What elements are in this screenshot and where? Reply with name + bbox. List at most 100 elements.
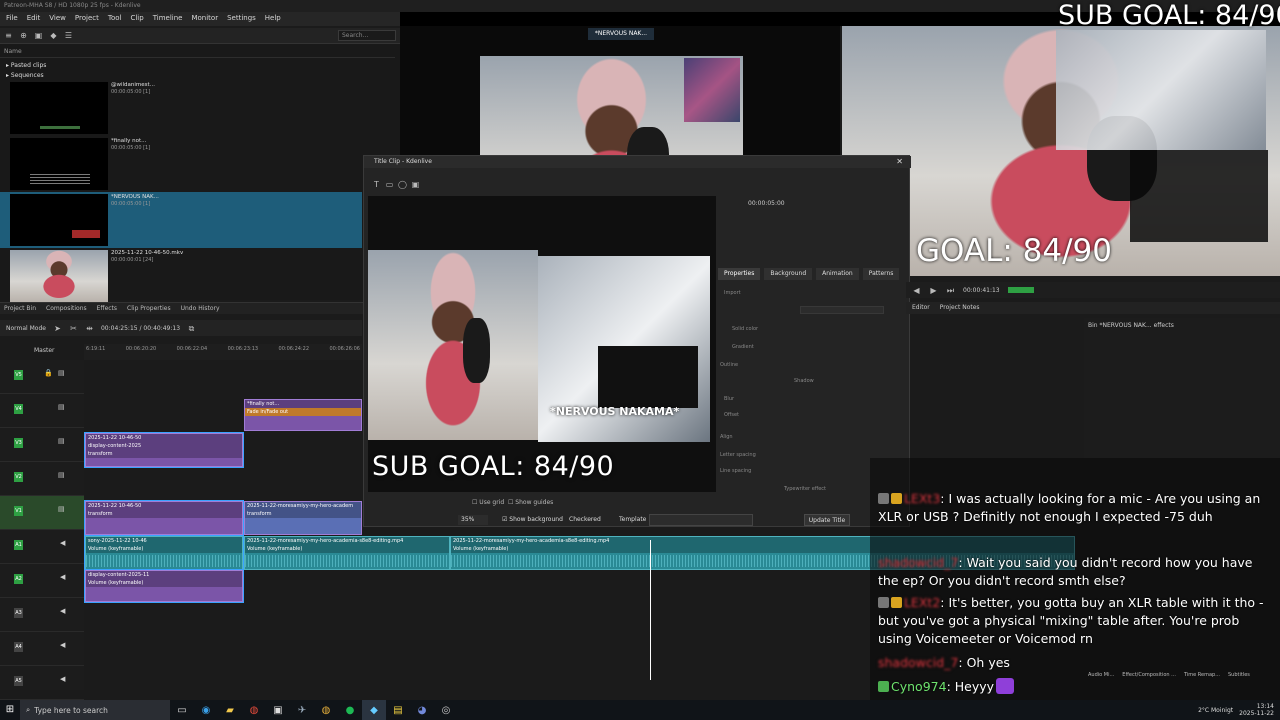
timeline-clip-v1-main[interactable]: 2025-11-22-moresamiyy-my-hero-academ tra… (244, 501, 362, 535)
film-icon[interactable]: ▤ (58, 505, 66, 513)
menu-clip[interactable]: Clip (130, 14, 143, 24)
tab-animation[interactable]: Animation (816, 268, 859, 280)
play-icon[interactable]: ▶ (929, 286, 938, 295)
timeline-audio-clip-main[interactable]: 2025-11-22-moresamiyy-my-hero-academia-s… (244, 536, 450, 570)
menu-file[interactable]: File (6, 14, 18, 24)
zoom-field[interactable]: 35% (458, 515, 488, 525)
film-icon[interactable]: ▤ (58, 369, 66, 377)
image-tool-icon[interactable]: ▣ (411, 180, 420, 189)
show-guides-checkbox[interactable]: ☐ Show guides (508, 499, 553, 506)
speaker-icon[interactable]: ◀ (60, 641, 68, 649)
track-header-a3[interactable]: A3 ◀ (0, 598, 84, 632)
menu-view[interactable]: View (49, 14, 66, 24)
speaker-icon[interactable]: ◀ (60, 607, 68, 615)
track-header-a4[interactable]: A4 ◀ (0, 632, 84, 666)
timeline-playhead[interactable] (650, 540, 651, 680)
tab-project-notes[interactable]: Project Notes (940, 304, 980, 312)
menu-monitor[interactable]: Monitor (191, 14, 218, 24)
timeline-clip-a2[interactable]: display-content-2025-11 Volume (keyframa… (84, 569, 244, 603)
chrome-icon-2[interactable]: ◍ (314, 700, 338, 720)
speaker-icon[interactable]: ◀ (60, 539, 68, 547)
speaker-icon[interactable]: ◀ (60, 675, 68, 683)
folder-icon[interactable]: ▣ (34, 31, 43, 40)
tag-icon[interactable]: ◆ (49, 31, 58, 40)
tab-compositions[interactable]: Compositions (46, 305, 87, 312)
update-title-button[interactable]: Update Title (804, 514, 850, 526)
track-header-v4[interactable]: V4 ▤ (0, 394, 84, 428)
bin-clip-row[interactable]: 2025-11-22 10-46-50.mkv 00:00:00:01 [24] (0, 248, 395, 304)
spacer-tool-icon[interactable]: ⇹ (85, 324, 94, 333)
menu-edit[interactable]: Edit (27, 14, 41, 24)
bin-search-input[interactable]: Search... (338, 30, 396, 41)
steam-icon[interactable]: ✈ (290, 700, 314, 720)
track-header-a5[interactable]: A5 ◀ (0, 666, 84, 700)
title-text-nervous[interactable]: *NERVOUS NAKAMA* (550, 405, 679, 418)
edge-icon[interactable]: ◉ (194, 700, 218, 720)
forward-icon[interactable]: ⏭ (946, 286, 955, 295)
film-icon[interactable]: ▤ (58, 471, 66, 479)
taskbar-search[interactable]: ⌕ Type here to search (20, 700, 170, 720)
track-header-a1[interactable]: A1 ◀ (0, 530, 84, 564)
show-background-checkbox[interactable]: ☑ Show background (502, 516, 563, 523)
tab-subtitles[interactable]: Subtitles (1228, 672, 1250, 682)
menu-tool[interactable]: Tool (108, 14, 122, 24)
tab-clip-properties[interactable]: Clip Properties (127, 305, 171, 312)
font-select[interactable] (800, 306, 884, 314)
tab-patterns[interactable]: Patterns (862, 268, 900, 280)
bin-clip-row-selected[interactable]: *NERVOUS NAK... 00:00:05:00 [1] (0, 192, 362, 248)
timeline-ruler[interactable]: 6:19:11 00:06:20:20 00:06:22:04 00:06:23… (84, 344, 362, 360)
tab-audio-mixer[interactable]: Audio Mi... (1088, 672, 1114, 682)
razor-tool-icon[interactable]: ✂ (69, 324, 78, 333)
use-grid-checkbox[interactable]: ☐ Use grid (472, 499, 504, 506)
notes-icon[interactable]: ▤ (386, 700, 410, 720)
menu-icon[interactable]: ≡ (4, 31, 13, 40)
text-tool-icon[interactable]: T (372, 180, 381, 189)
speaker-icon[interactable]: ◀ (60, 573, 68, 581)
background-select[interactable]: Checkered (569, 516, 601, 523)
tab-editor[interactable]: Editor (912, 304, 930, 312)
track-header-v1[interactable]: V1 ▤ (0, 496, 84, 530)
windows-start-icon[interactable]: ⊞ (0, 700, 20, 720)
menu-project[interactable]: Project (75, 14, 99, 24)
rect-tool-icon[interactable]: ▭ (385, 180, 394, 189)
tab-project-bin[interactable]: Project Bin (4, 305, 36, 312)
tab-undo-history[interactable]: Undo History (181, 305, 220, 312)
film-icon[interactable]: ▤ (58, 403, 66, 411)
title-canvas[interactable]: *NERVOUS NAKAMA* SUB GOAL: 84/90 (368, 196, 716, 492)
weather-text[interactable]: 2°C Moinigt (1198, 707, 1233, 714)
list-icon[interactable]: ☰ (64, 31, 73, 40)
folder-sequences[interactable]: ▸ Sequences (6, 72, 44, 79)
close-icon[interactable]: ✕ (896, 157, 903, 166)
menu-settings[interactable]: Settings (227, 14, 256, 24)
mode-select[interactable]: Normal Mode (6, 325, 46, 332)
title-text-sub-goal[interactable]: SUB GOAL: 84/90 (372, 451, 614, 482)
rewind-icon[interactable]: ◀ (912, 286, 921, 295)
bin-clip-row[interactable]: @wildanimest... 00:00:05:00 [1] (0, 80, 395, 136)
bin-clip-row[interactable]: *finally not... 00:00:05:00 [1] (0, 136, 395, 192)
menu-help[interactable]: Help (265, 14, 281, 24)
chrome-icon[interactable]: ◍ (242, 700, 266, 720)
track-header-v5[interactable]: V5 🔒 ▤ (0, 360, 84, 394)
kdenlive-icon[interactable]: ◆ (362, 700, 386, 720)
file-explorer-icon[interactable]: ▰ (218, 700, 242, 720)
add-clip-icon[interactable]: ⊕ (19, 31, 28, 40)
tab-effect-composition[interactable]: Effect/Composition ... (1122, 672, 1176, 682)
select-tool-icon[interactable]: ➤ (53, 324, 62, 333)
timeline-clip-v3[interactable]: 2025-11-22 10-46-50 display-content-2025… (84, 432, 244, 468)
clock[interactable]: 13:14 2025-11-22 (1239, 703, 1274, 717)
folder-pasted-clips[interactable]: ▸ Pasted clips (6, 62, 46, 69)
lock-icon[interactable]: 🔒 (44, 369, 53, 377)
timeline-clip-v1[interactable]: 2025-11-22 10-46-50 transform (84, 500, 244, 536)
tab-properties[interactable]: Properties (718, 268, 761, 280)
snap-icon[interactable]: ⧉ (187, 324, 196, 333)
track-header-a2[interactable]: A2 ◀ (0, 564, 84, 598)
tab-time-remap[interactable]: Time Remap... (1184, 672, 1220, 682)
duration-field[interactable]: 00:00:05:00 (748, 200, 808, 210)
obs-icon[interactable]: ◎ (434, 700, 458, 720)
monitor-clip-title[interactable]: *NERVOUS NAK... (588, 28, 654, 40)
tab-background[interactable]: Background (764, 268, 813, 280)
ellipse-tool-icon[interactable]: ◯ (398, 180, 407, 189)
track-header-v2[interactable]: V2 ▤ (0, 462, 84, 496)
spotify-icon[interactable]: ● (338, 700, 362, 720)
menu-timeline[interactable]: Timeline (153, 14, 183, 24)
